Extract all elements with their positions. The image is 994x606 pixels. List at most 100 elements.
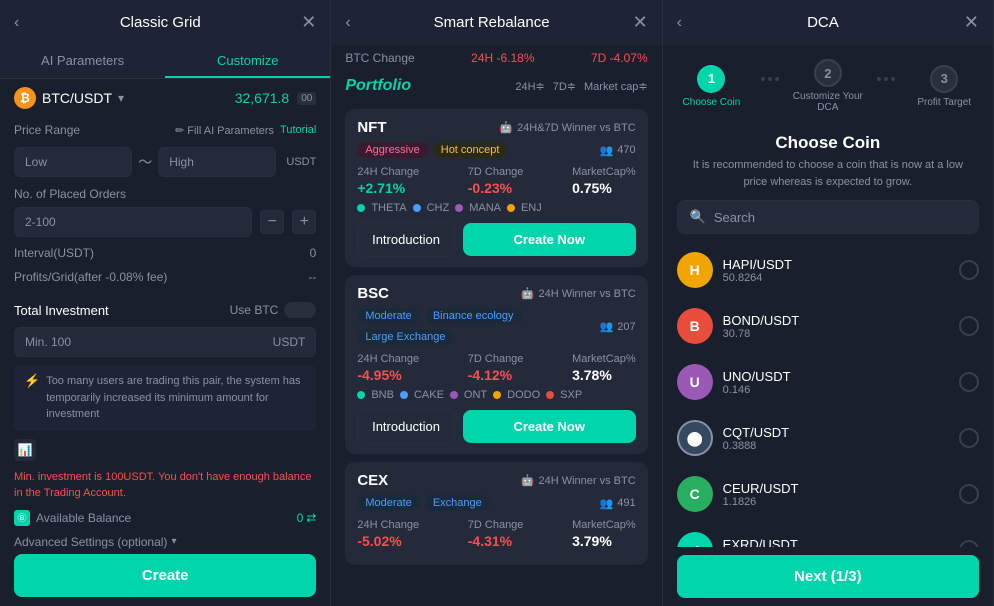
- tag-aggressive: Aggressive: [357, 142, 427, 158]
- back-arrow-icon-p2[interactable]: ‹: [345, 14, 350, 32]
- winner-badge-bsc: 🤖 24H Winner vs BTC: [521, 287, 636, 300]
- hapi-info: HAPI/USDT 50.8264: [723, 257, 959, 284]
- uno-info: UNO/USDT 0.146: [723, 369, 959, 396]
- panel2-header: ‹ Smart Rebalance ✕: [331, 0, 661, 45]
- tab-customize[interactable]: Customize: [165, 45, 330, 78]
- tilde-separator: ～: [138, 152, 152, 172]
- coin-name[interactable]: BTC/USDT: [42, 90, 112, 106]
- orders-input-row: 2-100 − +: [0, 203, 330, 241]
- dot3: [775, 77, 779, 81]
- exrd-icon: ✓: [677, 532, 713, 547]
- card-actions-nft: Introduction Create Now: [357, 222, 635, 257]
- back-arrow-icon-p3[interactable]: ‹: [677, 14, 682, 32]
- portfolio-scroll[interactable]: NFT 🤖 24H&7D Winner vs BTC Aggressive Ho…: [331, 101, 661, 606]
- search-icon: 🔍: [690, 209, 706, 225]
- portfolio-card-cex: CEX 🤖 24H Winner vs BTC Moderate Exchang…: [345, 462, 647, 565]
- dot-bnb: [357, 391, 365, 399]
- radio-cqt[interactable]: [959, 428, 979, 448]
- radio-uno[interactable]: [959, 372, 979, 392]
- users-icon-bsc: 👥: [600, 320, 614, 333]
- coin-price: 32,671.8: [235, 90, 290, 106]
- step-dots-1: [750, 77, 789, 81]
- create-now-btn-nft[interactable]: Create Now: [463, 223, 636, 256]
- low-input[interactable]: Low: [14, 147, 132, 177]
- tutorial-btn[interactable]: Tutorial: [280, 124, 316, 136]
- list-item-uno[interactable]: U UNO/USDT 0.146: [663, 354, 993, 410]
- close-icon-p3[interactable]: ✕: [964, 12, 979, 33]
- min-investment-input[interactable]: Min. 100 USDT: [14, 327, 316, 357]
- back-arrow-icon[interactable]: ‹: [14, 14, 19, 32]
- step-dots-2: [867, 77, 906, 81]
- dot2: [768, 77, 772, 81]
- next-button[interactable]: Next (1/3): [677, 555, 979, 598]
- orders-stepper: − +: [260, 210, 316, 234]
- coins-bsc: BNB CAKE ONT DODO SXP: [357, 389, 635, 401]
- stats-cex: 24H Change -5.02% 7D Change -4.31% Marke…: [357, 519, 635, 549]
- bond-icon: B: [677, 308, 713, 344]
- btc-change-row: BTC Change 24H -6.18% 7D -4.07%: [331, 45, 661, 71]
- close-icon[interactable]: ✕: [301, 12, 316, 33]
- list-item-hapi[interactable]: H HAPI/USDT 50.8264: [663, 242, 993, 298]
- create-now-btn-bsc[interactable]: Create Now: [463, 410, 636, 443]
- create-button[interactable]: Create: [14, 554, 316, 597]
- uno-icon: U: [677, 364, 713, 400]
- balance-icon: Ⓑ: [14, 510, 30, 526]
- fill-ai-btn[interactable]: ✏ Fill AI Parameters: [175, 124, 274, 137]
- intro-btn-nft[interactable]: Introduction: [357, 222, 454, 257]
- coin-dropdown-icon[interactable]: ▾: [118, 91, 124, 105]
- ceur-icon: C: [677, 476, 713, 512]
- list-item-exrd[interactable]: ✓ EXRD/USDT 0.1253: [663, 522, 993, 547]
- step-label-2: Customize Your DCA: [789, 91, 867, 113]
- stats-nft: 24H Change +2.71% 7D Change -0.23% Marke…: [357, 166, 635, 196]
- advanced-label: Advanced Settings (optional): [14, 535, 167, 549]
- balance-left: Ⓑ Available Balance: [14, 510, 131, 526]
- dot6: [891, 77, 895, 81]
- stepper-plus[interactable]: +: [292, 210, 316, 234]
- search-box[interactable]: 🔍 Search: [677, 200, 979, 234]
- transfer-icon[interactable]: ⇄: [306, 511, 316, 525]
- coin-list: H HAPI/USDT 50.8264 B BOND/USDT 30.78 U …: [663, 242, 993, 547]
- tab-ai-parameters[interactable]: AI Parameters: [0, 45, 165, 78]
- winner-icon: 🤖: [499, 121, 513, 134]
- balance-amount: 0 ⇄: [297, 511, 317, 525]
- radio-hapi[interactable]: [959, 260, 979, 280]
- winner-badge-nft: 🤖 24H&7D Winner vs BTC: [499, 121, 635, 134]
- card-top-bsc: BSC 🤖 24H Winner vs BTC: [357, 285, 635, 302]
- warning-box: ⚡ Too many users are trading this pair, …: [14, 365, 316, 431]
- chart-icon[interactable]: 📊: [14, 439, 36, 461]
- btc-icon: ₿: [14, 87, 36, 109]
- error-text: Min. investment is 100USDT. You don't ha…: [0, 465, 330, 506]
- advanced-settings-row[interactable]: Advanced Settings (optional) ▾: [0, 530, 330, 554]
- use-btc-toggle[interactable]: [284, 302, 316, 318]
- list-item-cqt[interactable]: ⬤ CQT/USDT 0.3888: [663, 410, 993, 466]
- balance-label: Available Balance: [36, 511, 131, 525]
- orders-input[interactable]: 2-100: [14, 207, 252, 237]
- choose-coin-title: Choose Coin: [663, 127, 993, 157]
- winner-icon-bsc: 🤖: [521, 287, 535, 300]
- exrd-info: EXRD/USDT 0.1253: [723, 537, 959, 548]
- radio-ceur[interactable]: [959, 484, 979, 504]
- balance-row: Ⓑ Available Balance 0 ⇄: [0, 506, 330, 530]
- stepper-minus[interactable]: −: [260, 210, 284, 234]
- price-range-section: Price Range ✏ Fill AI Parameters Tutoria…: [0, 117, 330, 143]
- coin-row: ₿ BTC/USDT ▾ 32,671.8 00: [0, 79, 330, 117]
- radio-bond[interactable]: [959, 316, 979, 336]
- step-circle-2: 2: [814, 59, 842, 87]
- list-item-ceur[interactable]: C CEUR/USDT 1.1826: [663, 466, 993, 522]
- panel1-content: ₿ BTC/USDT ▾ 32,671.8 00 Price Range ✏ F…: [0, 79, 330, 606]
- step-circle-1: 1: [697, 65, 725, 93]
- step-3: 3 Profit Target: [905, 65, 983, 108]
- list-item-bond[interactable]: B BOND/USDT 30.78: [663, 298, 993, 354]
- steps-row: 1 Choose Coin 2 Customize Your DCA 3: [663, 45, 993, 127]
- high-input[interactable]: High: [158, 147, 276, 177]
- step-label-1: Choose Coin: [683, 97, 741, 108]
- orders-label-row: No. of Placed Orders: [0, 181, 330, 203]
- dot-mana: [455, 204, 463, 212]
- close-icon-p2[interactable]: ✕: [633, 12, 648, 33]
- min-placeholder: Min. 100: [25, 335, 71, 349]
- investment-label: Total Investment: [14, 303, 109, 318]
- radio-exrd[interactable]: [959, 540, 979, 547]
- intro-btn-bsc[interactable]: Introduction: [357, 409, 454, 444]
- dot-ont: [450, 391, 458, 399]
- tab-row: AI Parameters Customize: [0, 45, 330, 79]
